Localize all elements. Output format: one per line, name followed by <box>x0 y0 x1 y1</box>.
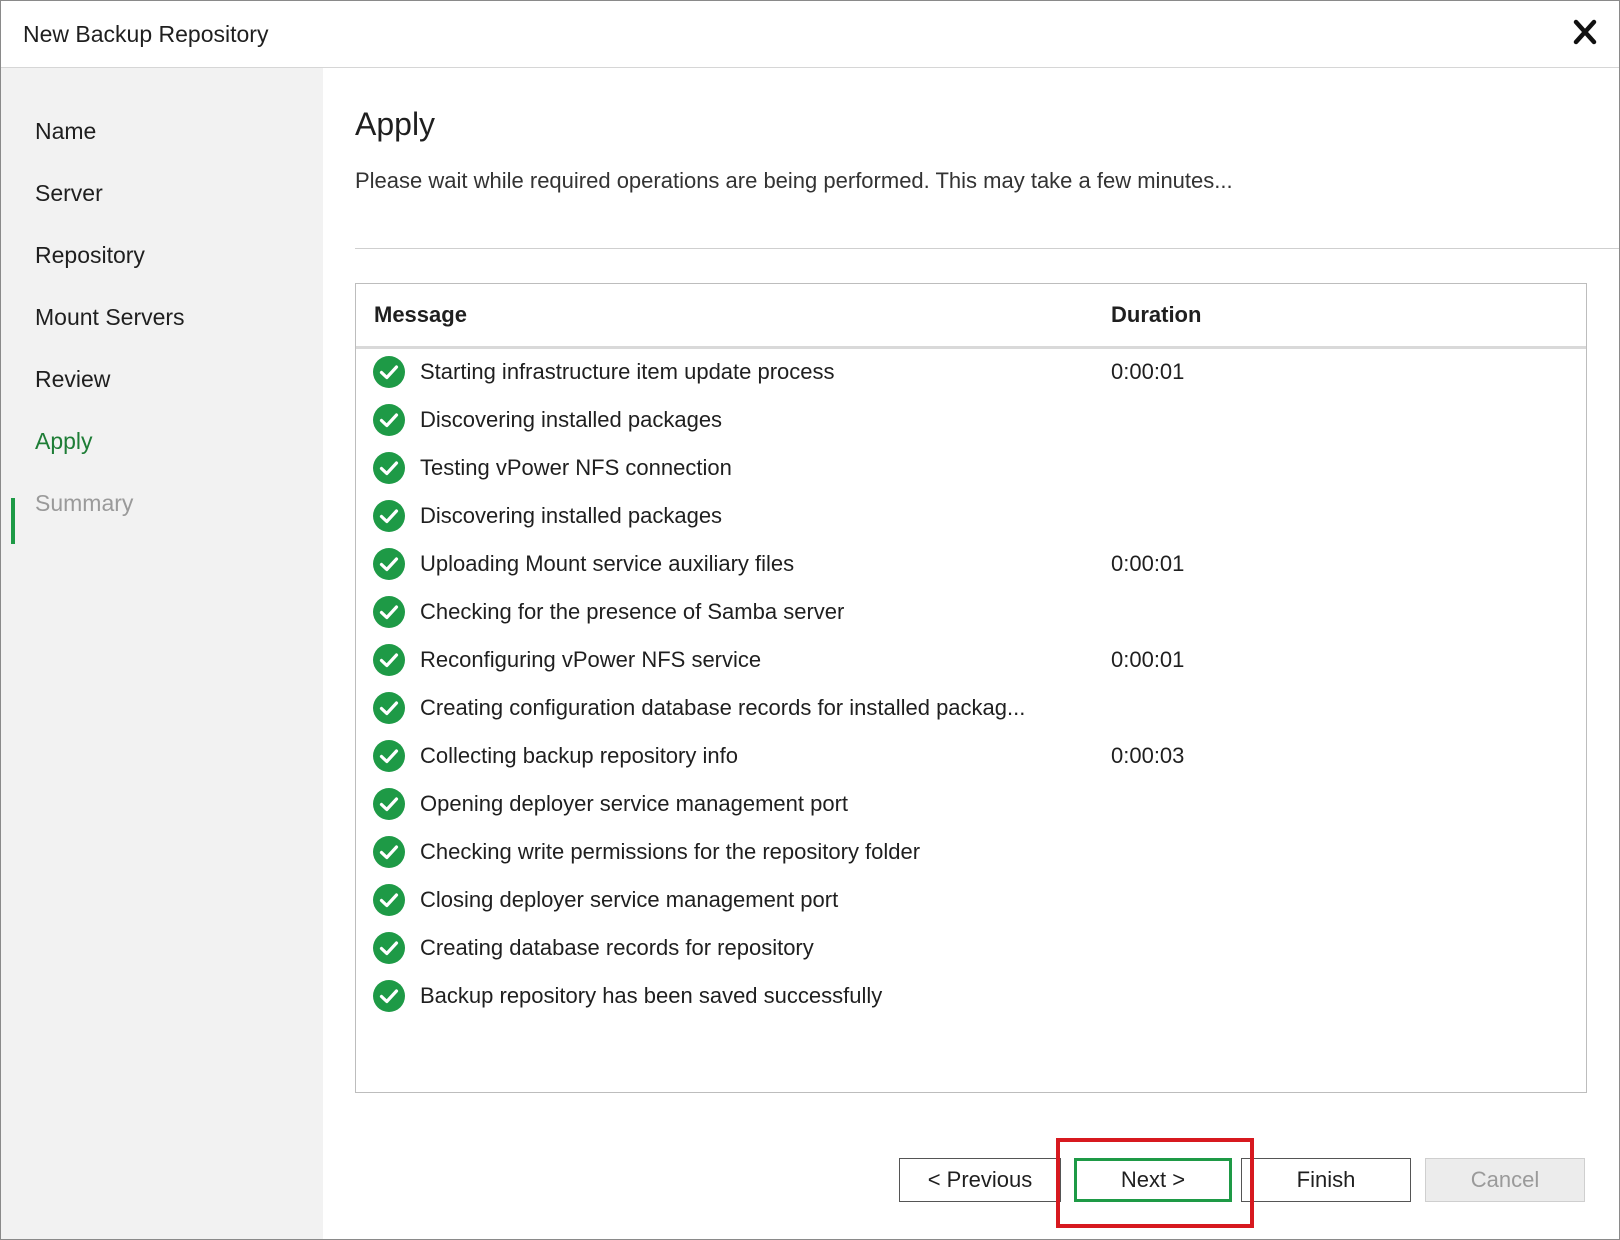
close-button[interactable] <box>1565 15 1605 51</box>
row-message: Checking for the presence of Samba serve… <box>420 599 845 624</box>
check-circle-icon <box>373 356 405 388</box>
table-header: Message Duration <box>356 284 1586 349</box>
main-content: Apply Please wait while required operati… <box>323 68 1619 1239</box>
step-name[interactable]: Name <box>35 118 96 145</box>
check-circle-icon <box>373 788 405 820</box>
step-repository[interactable]: Repository <box>35 242 145 269</box>
operations-log-table[interactable]: Message Duration Starting infrastructure… <box>355 283 1587 1093</box>
table-row[interactable]: Starting infrastructure item update proc… <box>356 348 1586 396</box>
column-header-message[interactable]: Message <box>374 302 467 328</box>
table-row[interactable]: Opening deployer service management port <box>356 780 1586 828</box>
table-row[interactable]: Closing deployer service management port <box>356 876 1586 924</box>
check-circle-icon <box>373 404 405 436</box>
dialog-window: New Backup Repository Name Server Reposi… <box>0 0 1620 1240</box>
wizard-steps-sidebar: Name Server Repository Mount Servers Rev… <box>1 68 323 1239</box>
step-mount-servers[interactable]: Mount Servers <box>35 304 185 331</box>
row-message: Opening deployer service management port <box>420 791 849 816</box>
check-circle-icon <box>373 836 405 868</box>
close-icon <box>1573 19 1597 45</box>
row-message: Checking write permissions for the repos… <box>420 839 921 864</box>
check-circle-icon <box>373 596 405 628</box>
check-circle-icon <box>373 980 405 1012</box>
row-message: Collecting backup repository info <box>420 743 738 768</box>
cancel-button: Cancel <box>1425 1158 1585 1202</box>
finish-button[interactable]: Finish <box>1241 1158 1411 1202</box>
step-server[interactable]: Server <box>35 180 103 207</box>
row-duration: 0:00:01 <box>1111 359 1185 384</box>
row-duration: 0:00:03 <box>1111 743 1185 768</box>
row-duration: 0:00:01 <box>1111 551 1185 576</box>
row-message: Testing vPower NFS connection <box>420 455 732 480</box>
row-message: Closing deployer service management port <box>420 887 839 912</box>
row-message: Creating database records for repository <box>420 935 814 960</box>
step-review[interactable]: Review <box>35 366 110 393</box>
column-header-duration[interactable]: Duration <box>1111 302 1201 328</box>
table-row[interactable]: Reconfiguring vPower NFS service 0:00:01 <box>356 636 1586 684</box>
table-row[interactable]: Creating database records for repository <box>356 924 1586 972</box>
row-message: Backup repository has been saved success… <box>420 983 883 1008</box>
table-row[interactable]: Discovering installed packages <box>356 492 1586 540</box>
check-circle-icon <box>373 452 405 484</box>
row-message: Discovering installed packages <box>420 503 723 528</box>
page-subtitle: Please wait while required operations ar… <box>355 168 1233 193</box>
table-row[interactable]: Discovering installed packages <box>356 396 1586 444</box>
check-circle-icon <box>373 884 405 916</box>
title-bar: New Backup Repository <box>1 1 1619 68</box>
window-title: New Backup Repository <box>23 21 269 47</box>
active-step-marker <box>11 498 15 544</box>
table-row[interactable]: Collecting backup repository info 0:00:03 <box>356 732 1586 780</box>
page-title: Apply <box>355 106 436 142</box>
row-message: Uploading Mount service auxiliary files <box>420 551 795 576</box>
check-circle-icon <box>373 500 405 532</box>
next-button[interactable]: Next > <box>1074 1158 1232 1202</box>
previous-button[interactable]: < Previous <box>899 1158 1061 1202</box>
table-row[interactable]: Testing vPower NFS connection <box>356 444 1586 492</box>
table-row[interactable]: Checking for the presence of Samba serve… <box>356 588 1586 636</box>
divider <box>355 248 1619 249</box>
row-message: Reconfiguring vPower NFS service <box>420 647 762 672</box>
step-apply[interactable]: Apply <box>35 428 93 455</box>
row-message: Creating configuration database records … <box>420 695 1026 720</box>
table-row[interactable]: Creating configuration database records … <box>356 684 1586 732</box>
check-circle-icon <box>373 740 405 772</box>
check-circle-icon <box>373 692 405 724</box>
table-row[interactable]: Checking write permissions for the repos… <box>356 828 1586 876</box>
check-circle-icon <box>373 644 405 676</box>
check-circle-icon <box>373 932 405 964</box>
row-message: Starting infrastructure item update proc… <box>420 359 835 384</box>
table-row[interactable]: Backup repository has been saved success… <box>356 972 1586 1020</box>
table-row[interactable]: Uploading Mount service auxiliary files 0… <box>356 540 1586 588</box>
check-circle-icon <box>373 548 405 580</box>
row-duration: 0:00:01 <box>1111 647 1185 672</box>
step-summary: Summary <box>35 490 134 516</box>
row-message: Discovering installed packages <box>420 407 723 432</box>
